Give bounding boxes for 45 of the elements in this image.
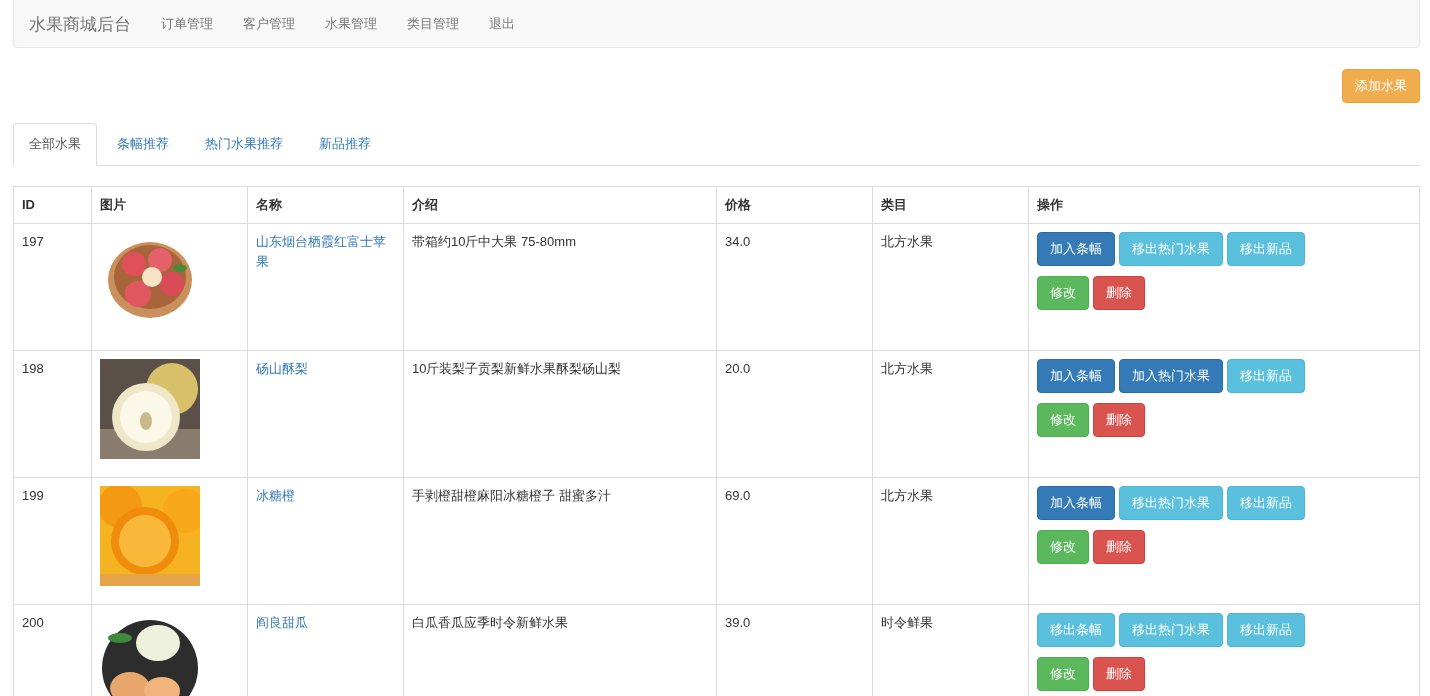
- fruit-name-link[interactable]: 冰糖橙: [256, 486, 395, 506]
- edit-button[interactable]: 修改: [1037, 403, 1089, 437]
- category-cell: 北方水果: [872, 350, 1029, 478]
- tab[interactable]: 热门水果推荐: [189, 123, 299, 166]
- nav-link[interactable]: 退出: [489, 15, 515, 33]
- price-cell: 34.0: [716, 223, 873, 351]
- id-cell: 200: [13, 604, 92, 696]
- nav-link[interactable]: 订单管理: [161, 15, 213, 33]
- fruit-name-link[interactable]: 砀山酥梨: [256, 359, 395, 379]
- description-cell: 带箱约10斤中大果 75-80mm: [403, 223, 717, 351]
- description-cell: 手剥橙甜橙麻阳冰糖橙子 甜蜜多汁: [403, 477, 717, 605]
- column-header: 介绍: [403, 186, 717, 224]
- column-header: 价格: [716, 186, 873, 224]
- nav-link[interactable]: 水果管理: [325, 15, 377, 33]
- description-cell: 10斤装梨子贡梨新鲜水果酥梨砀山梨: [403, 350, 717, 478]
- action-button[interactable]: 加入条幅: [1037, 232, 1115, 266]
- delete-button[interactable]: 删除: [1093, 530, 1145, 564]
- column-header: 类目: [872, 186, 1029, 224]
- action-button[interactable]: 加入条幅: [1037, 486, 1115, 520]
- edit-button[interactable]: 修改: [1037, 276, 1089, 310]
- action-button[interactable]: 加入条幅: [1037, 359, 1115, 393]
- id-cell: 197: [13, 223, 92, 351]
- edit-button[interactable]: 修改: [1037, 530, 1089, 564]
- tab[interactable]: 条幅推荐: [101, 123, 185, 166]
- id-cell: 198: [13, 350, 92, 478]
- column-header: 图片: [91, 186, 248, 224]
- price-cell: 20.0: [716, 350, 873, 478]
- nav-link[interactable]: 类目管理: [407, 15, 459, 33]
- column-header: 名称: [247, 186, 404, 224]
- tab[interactable]: 全部水果: [13, 123, 97, 166]
- brand-title[interactable]: 水果商城后台: [29, 12, 131, 36]
- delete-button[interactable]: 删除: [1093, 403, 1145, 437]
- nav-link[interactable]: 客户管理: [243, 15, 295, 33]
- delete-button[interactable]: 删除: [1093, 276, 1145, 310]
- category-cell: 北方水果: [872, 223, 1029, 351]
- price-cell: 69.0: [716, 477, 873, 605]
- fruit-name-link[interactable]: 阎良甜瓜: [256, 613, 395, 633]
- id-cell: 199: [13, 477, 92, 605]
- category-cell: 北方水果: [872, 477, 1029, 605]
- tab[interactable]: 新品推荐: [303, 123, 387, 166]
- action-button[interactable]: 加入热门水果: [1119, 359, 1223, 393]
- delete-button[interactable]: 删除: [1093, 657, 1145, 691]
- edit-button[interactable]: 修改: [1037, 657, 1089, 691]
- column-header: 操作: [1028, 186, 1420, 224]
- column-header: ID: [13, 186, 92, 224]
